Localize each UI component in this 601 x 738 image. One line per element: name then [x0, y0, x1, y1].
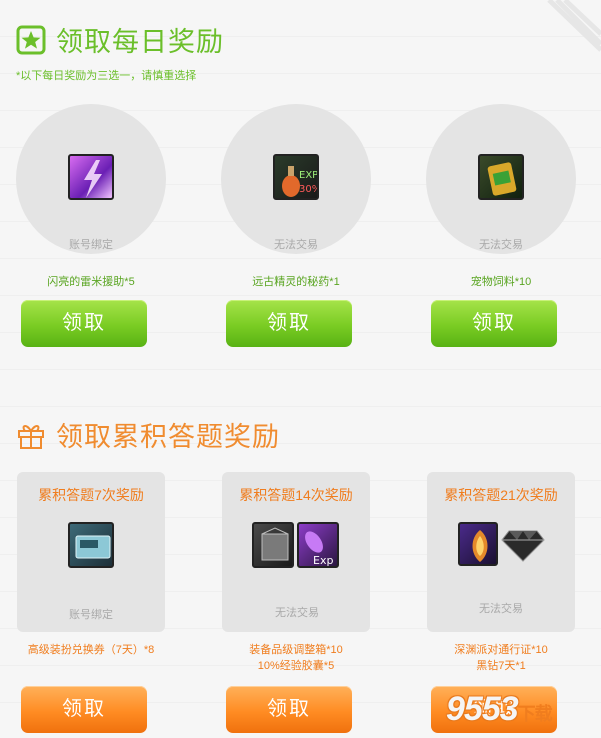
item-name: 远古精灵的秘药*1: [252, 276, 340, 288]
item-name: 装备品级调整箱*10: [249, 644, 343, 656]
pet-food-icon: [478, 154, 524, 200]
equipment-box-icon: [252, 522, 294, 568]
svg-text:EXP: EXP: [299, 170, 318, 181]
trade-status: 无法交易: [274, 239, 318, 251]
svg-text:Exp: Exp: [313, 554, 333, 567]
exp-capsule-icon: Exp: [297, 522, 339, 568]
trade-status: 账号绑定: [69, 239, 113, 251]
watermark-suffix: 下载: [517, 704, 553, 724]
item-name: 宠物饲料*10: [470, 276, 532, 288]
item-name: 10%经验胶囊*5: [257, 660, 335, 672]
trade-status: 账号绑定: [69, 609, 113, 621]
item-name: 高级装扮兑换券（7天）*8: [27, 644, 155, 656]
reward-box-title: 累积答题7次奖励: [38, 487, 144, 503]
item-name: 深渊派对通行证*10: [454, 644, 548, 656]
reward-box-title: 累积答题21次奖励: [444, 487, 558, 503]
voucher-icon: [68, 522, 114, 568]
trade-status: 无法交易: [275, 607, 319, 619]
accumulate-title-text: 领取累积答题奖励: [56, 422, 280, 452]
trade-status: 无法交易: [479, 603, 523, 615]
claim-button[interactable]: 领取: [21, 300, 147, 347]
claim-button[interactable]: 领取: [431, 300, 557, 347]
reward-box-title: 累积答题14次奖励: [239, 487, 353, 503]
gift-icon: [18, 424, 44, 449]
purple-lightning-icon: [68, 154, 114, 200]
daily-title-text: 领取每日奖励: [56, 27, 224, 57]
claim-button[interactable]: 领取: [226, 686, 352, 733]
daily-section-title: 领取每日奖励: [16, 20, 224, 59]
daily-note: *以下每日奖励为三选一，请慎重选择: [16, 70, 197, 82]
svg-text:30%: 30%: [299, 184, 319, 195]
site-watermark: 9553下载: [446, 690, 553, 729]
accumulate-section-title: 领取累积答题奖励: [16, 415, 280, 454]
watermark-number: 9553: [446, 690, 519, 728]
claim-button[interactable]: 领取: [21, 686, 147, 733]
item-name: 闪亮的雷米援助*5: [47, 276, 135, 288]
abyss-pass-icon: [458, 522, 498, 566]
star-icon: [16, 25, 46, 54]
black-diamond-icon: [501, 530, 545, 562]
trade-status: 无法交易: [479, 239, 523, 251]
decorative-lines: [547, 0, 601, 52]
exp-potion-icon: EXP 30%: [273, 154, 319, 200]
claim-button[interactable]: 领取: [226, 300, 352, 347]
item-name: 黑钻7天*1: [476, 660, 526, 672]
